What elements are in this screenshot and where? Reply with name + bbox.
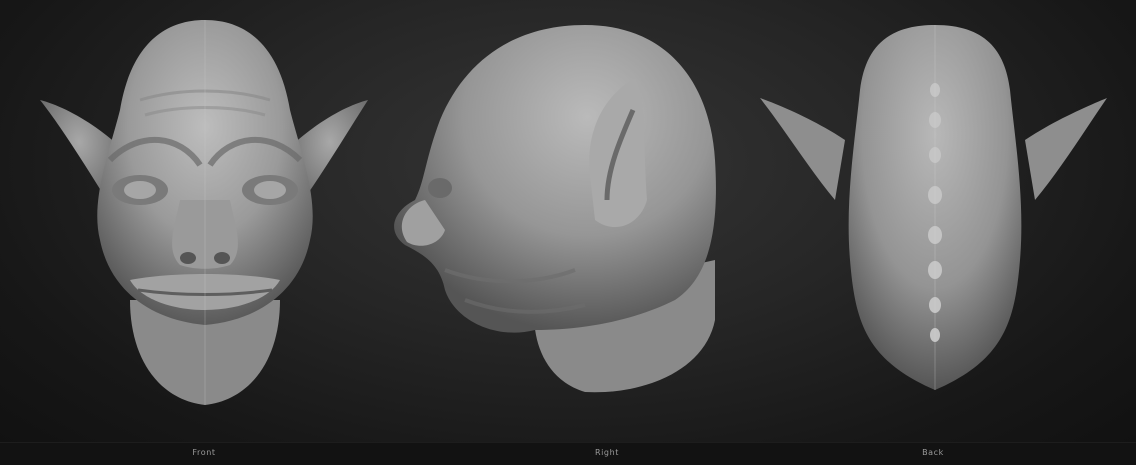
right-view-label: Right	[594, 448, 620, 457]
render-canvas: Front Right Back	[0, 0, 1136, 465]
goblin-head-front-render	[40, 20, 368, 405]
front-view-label: Front	[192, 448, 216, 457]
front-view	[30, 0, 380, 440]
back-view-label: Back	[922, 448, 944, 457]
eye	[428, 178, 452, 198]
right-view	[385, 0, 730, 440]
right-ear	[1025, 98, 1107, 200]
goblin-head-side-render	[394, 25, 716, 393]
left-ear	[760, 98, 845, 200]
goblin-head-back-render	[760, 25, 1107, 390]
back-view	[755, 0, 1115, 440]
